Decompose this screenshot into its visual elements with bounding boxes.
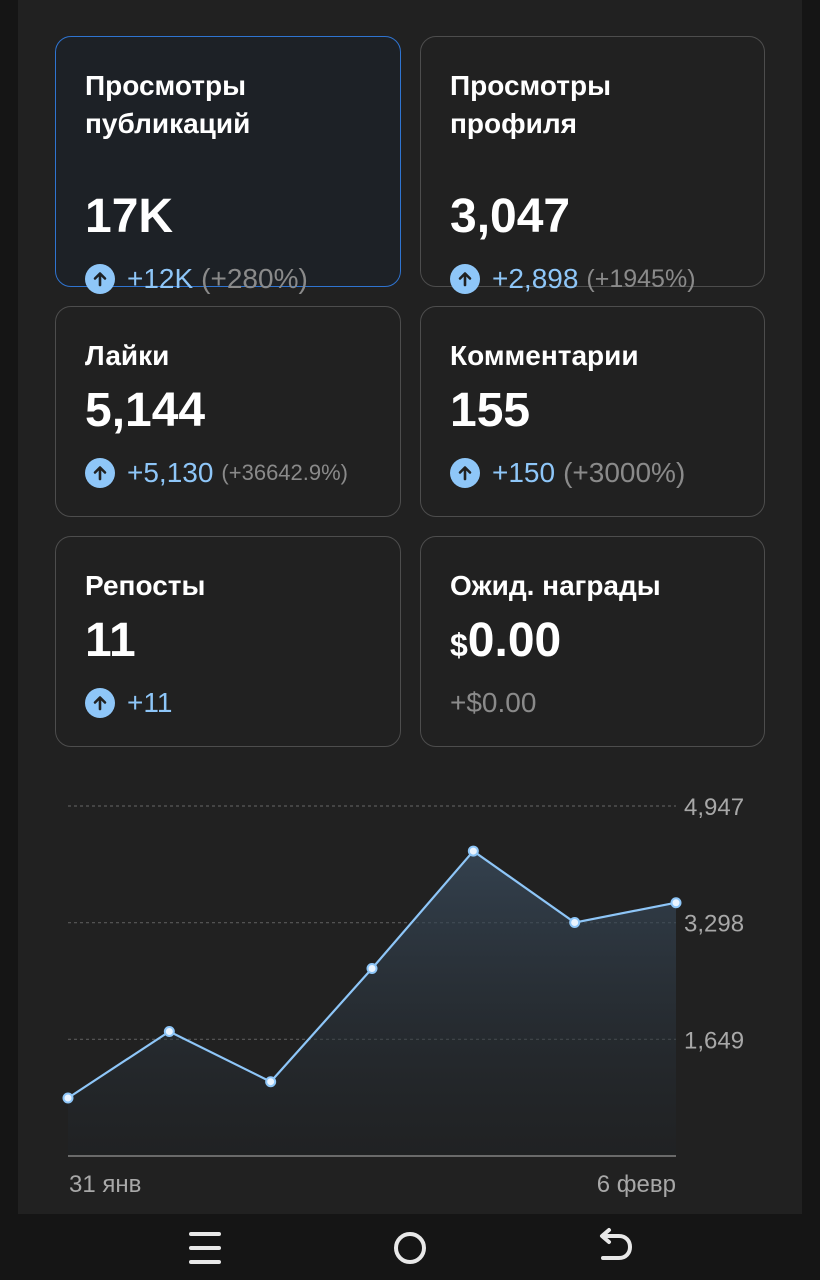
system-navigation-bar <box>0 1214 820 1280</box>
delta-percent: (+280%) <box>201 263 308 294</box>
card-delta: +11 <box>85 686 172 720</box>
back-button[interactable] <box>585 1226 645 1270</box>
card-delta: +2,898 (+1945%) <box>450 262 696 296</box>
card-title: Репосты <box>85 570 206 601</box>
card-title: Комментарии <box>450 340 639 371</box>
delta-value: +5,130 <box>127 457 214 488</box>
views-area-chart: 1,649 3,298 4,947 31 янв 6 февр <box>62 794 744 1198</box>
back-arrow-icon <box>600 1228 633 1260</box>
card-value: 17K <box>85 190 174 243</box>
y-tick-label: 4,947 <box>684 794 744 821</box>
card-title: Лайки <box>85 340 170 371</box>
card-likes[interactable]: Лайки 5,144 +5,130 (+36642.9%) <box>55 306 401 517</box>
arrow-up-icon <box>85 688 115 718</box>
card-delta: +150 (+3000%) <box>450 456 685 490</box>
data-point <box>467 845 479 857</box>
delta-value: +2,898 <box>492 263 579 294</box>
card-value: 3,047 <box>450 190 571 243</box>
card-title: Просмотры публикаций <box>85 70 251 139</box>
card-value: $0.00 <box>450 613 561 673</box>
home-button[interactable] <box>380 1226 440 1270</box>
recent-apps-button[interactable] <box>175 1226 235 1270</box>
card-delta: +5,130 (+36642.9%) <box>85 456 348 490</box>
circle-home-icon <box>394 1232 426 1264</box>
delta-value: +11 <box>127 687 173 718</box>
card-delta: +12K (+280%) <box>85 262 308 296</box>
delta-value: +150 <box>492 457 556 488</box>
data-point <box>670 897 682 909</box>
card-profile-views[interactable]: Просмотры профиля 3,047 +2,898 (+1945%) <box>420 36 765 294</box>
data-point <box>62 1092 74 1104</box>
y-tick-label: 1,649 <box>684 1027 744 1054</box>
currency-symbol: $ <box>450 627 468 663</box>
card-value: 5,144 <box>85 384 206 437</box>
x-start-label: 31 янв <box>69 1171 141 1198</box>
arrow-up-icon <box>450 264 480 294</box>
y-tick-label: 3,298 <box>684 911 744 938</box>
delta-value: +12K <box>127 263 194 294</box>
menu-lines-icon <box>189 1232 221 1264</box>
card-value: 11 <box>85 614 136 667</box>
card-reposts[interactable]: Репосты 11 +11 <box>55 536 401 747</box>
data-point <box>265 1076 277 1088</box>
data-point <box>163 1025 175 1037</box>
card-title: Просмотры профиля <box>450 70 612 139</box>
delta-percent: (+3000%) <box>563 457 686 488</box>
area-fill <box>68 851 676 1156</box>
delta-percent: (+36642.9%) <box>221 460 349 485</box>
card-post-views[interactable]: Просмотры публикаций 17K +12K (+280%) <box>55 36 401 294</box>
arrow-up-icon <box>450 458 480 488</box>
card-delta: +$0.00 <box>450 686 536 720</box>
arrow-up-icon <box>85 458 115 488</box>
delta-percent: (+1945%) <box>586 264 696 293</box>
arrow-up-icon <box>85 264 115 294</box>
card-expected-rewards[interactable]: Ожид. награды $0.00 +$0.00 <box>420 536 765 747</box>
delta-value: +$0.00 <box>450 687 537 718</box>
data-point <box>366 963 378 975</box>
x-end-label: 6 февр <box>597 1171 676 1198</box>
card-title: Ожид. награды <box>450 570 661 601</box>
data-point <box>569 917 581 929</box>
card-comments[interactable]: Комментарии 155 +150 (+3000%) <box>420 306 765 517</box>
reward-amount: 0.00 <box>467 614 562 667</box>
card-value: 155 <box>450 384 531 437</box>
